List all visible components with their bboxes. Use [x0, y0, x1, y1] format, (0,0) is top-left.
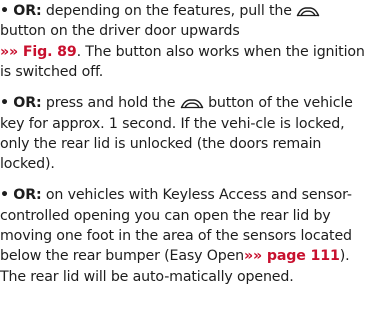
reference-arrow: »»	[244, 248, 263, 265]
rear-lid-unlock-icon	[296, 6, 320, 17]
or-keyword: OR:	[13, 95, 42, 112]
paragraph-text: press and hold the	[41, 95, 180, 112]
page-link[interactable]: »» page 111	[244, 248, 340, 264]
paragraph-vehicle-key: • OR: press and hold the button of the v…	[0, 93, 366, 175]
or-keyword: OR:	[13, 3, 42, 19]
reference-arrow: »»	[0, 43, 19, 60]
or-keyword: OR:	[13, 187, 42, 204]
paragraph-text: button on the driver door upwards	[0, 23, 240, 40]
document-body: • OR: depending on the features, pull th…	[0, 1, 366, 298]
figure-link[interactable]: »» Fig. 89	[0, 44, 77, 60]
paragraph-door-button: • OR: depending on the features, pull th…	[0, 1, 366, 83]
paragraph-text: depending on the features, pull the	[41, 3, 297, 19]
figure-reference: Fig. 89	[22, 43, 77, 60]
rear-lid-unlock-icon	[180, 98, 204, 109]
bullet: •	[0, 95, 9, 112]
bullet: •	[0, 3, 9, 19]
bullet: •	[0, 187, 9, 204]
paragraph-keyless-access: • OR: on vehicles with Keyless Access an…	[0, 185, 366, 287]
page-reference: page 111	[266, 248, 340, 265]
